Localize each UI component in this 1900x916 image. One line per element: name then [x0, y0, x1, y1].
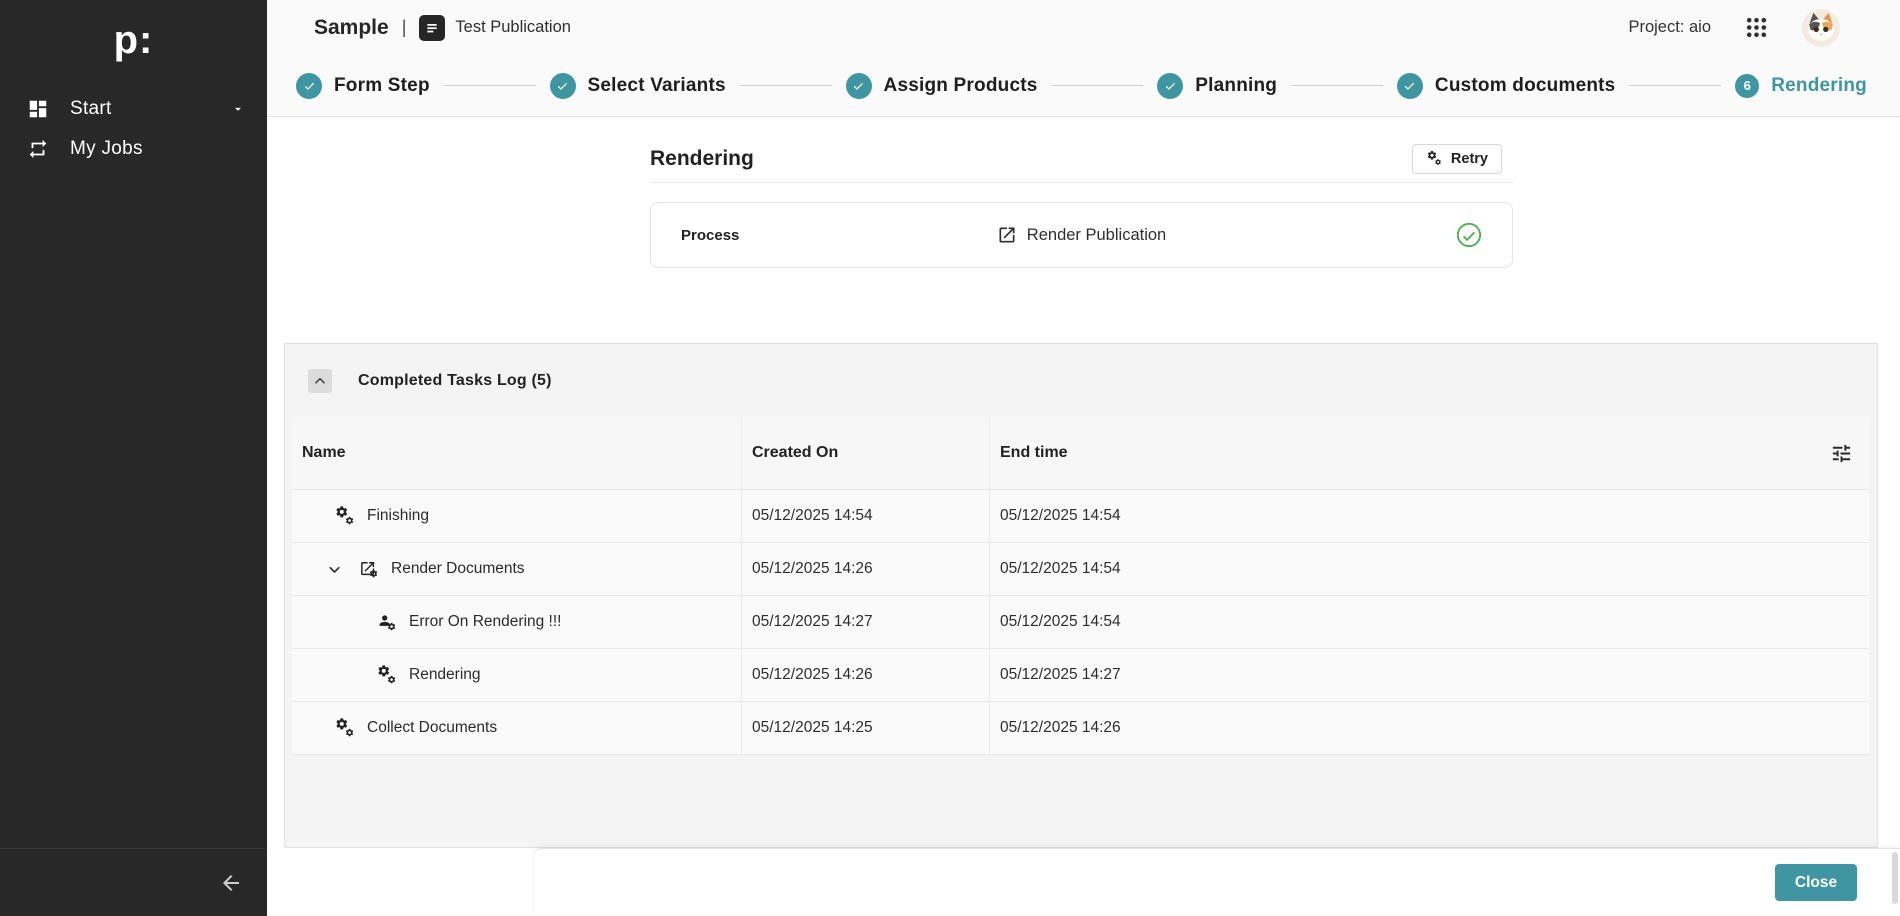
- publication-name: Test Publication: [455, 18, 571, 37]
- step-check-icon: [296, 73, 322, 99]
- dashboard-icon: [27, 98, 49, 120]
- task-end: 05/12/2025 14:26: [1000, 719, 1121, 737]
- page-title: Sample: [314, 16, 389, 40]
- step-label: Assign Products: [884, 75, 1038, 97]
- step-check-icon: [550, 73, 576, 99]
- completed-tasks-panel: Completed Tasks Log (5) Name Created On …: [284, 343, 1878, 848]
- bottom-action-bar: Close: [534, 848, 1900, 916]
- chevron-down-icon: [231, 102, 245, 116]
- gears-icon: [334, 717, 356, 739]
- workflow-stepper: Form Step Select Variants Assign Product…: [267, 55, 1900, 117]
- title-separator: |: [402, 17, 407, 38]
- step-connector: [740, 85, 832, 86]
- section-title: Rendering: [650, 147, 754, 171]
- avatar[interactable]: [1802, 9, 1840, 47]
- task-end: 05/12/2025 14:27: [1000, 666, 1121, 684]
- user-gear-icon: [376, 611, 398, 633]
- repeat-icon: [27, 138, 49, 160]
- task-name: Error On Rendering !!!: [409, 613, 561, 631]
- gears-icon: [1426, 150, 1443, 167]
- main-area: Sample | Test Publication Project: aio: [267, 0, 1900, 916]
- gears-icon: [334, 505, 356, 527]
- render-publication-label: Render Publication: [1027, 226, 1166, 245]
- task-created: 05/12/2025 14:54: [752, 507, 873, 525]
- step-form-step[interactable]: Form Step: [296, 73, 430, 99]
- step-check-icon: [1157, 73, 1183, 99]
- table-row[interactable]: Finishing 05/12/2025 14:54 05/12/2025 14…: [292, 490, 1869, 543]
- step-select-variants[interactable]: Select Variants: [550, 73, 726, 99]
- table-row[interactable]: Collect Documents 05/12/2025 14:25 05/12…: [292, 702, 1869, 755]
- task-name: Rendering: [409, 666, 481, 684]
- document-icon: [419, 15, 445, 41]
- step-connector: [1629, 85, 1721, 86]
- collapse-panel-button[interactable]: [308, 369, 332, 393]
- task-name: Finishing: [367, 507, 429, 525]
- task-created: 05/12/2025 14:25: [752, 719, 873, 737]
- task-created: 05/12/2025 14:27: [752, 613, 873, 631]
- topbar: Sample | Test Publication Project: aio: [267, 0, 1900, 55]
- column-header-created: Created On: [752, 444, 838, 462]
- retry-button-label: Retry: [1451, 151, 1488, 167]
- task-end: 05/12/2025 14:54: [1000, 613, 1121, 631]
- table-row[interactable]: Render Documents 05/12/2025 14:26 05/12/…: [292, 543, 1869, 596]
- column-header-end: End time: [1000, 444, 1068, 462]
- sidebar-item-label: Start: [70, 98, 112, 120]
- sidebar-item-my-jobs[interactable]: My Jobs: [0, 129, 267, 169]
- step-label: Form Step: [334, 75, 430, 97]
- render-gear-icon: [358, 558, 380, 580]
- step-custom-documents[interactable]: Custom documents: [1397, 73, 1616, 99]
- apps-grid-icon[interactable]: [1744, 15, 1769, 40]
- step-label: Planning: [1195, 75, 1277, 97]
- step-number-badge: 6: [1735, 74, 1759, 98]
- project-label: Project: aio: [1628, 18, 1711, 37]
- task-end: 05/12/2025 14:54: [1000, 560, 1121, 578]
- sidebar-item-label: My Jobs: [70, 138, 143, 160]
- task-end: 05/12/2025 14:54: [1000, 507, 1121, 525]
- panel-title: Completed Tasks Log (5): [358, 372, 552, 390]
- render-publication-link[interactable]: Render Publication: [997, 225, 1166, 245]
- close-button[interactable]: Close: [1775, 864, 1857, 901]
- tune-filter-icon[interactable]: [1830, 442, 1853, 465]
- step-check-icon: [846, 73, 872, 99]
- task-name: Render Documents: [391, 560, 525, 578]
- column-header-name: Name: [302, 444, 346, 462]
- step-label: Select Variants: [588, 75, 726, 97]
- app-logo: p:: [0, 18, 267, 63]
- retry-button[interactable]: Retry: [1412, 144, 1502, 174]
- task-created: 05/12/2025 14:26: [752, 560, 873, 578]
- open-in-new-icon: [997, 225, 1017, 245]
- step-label: Rendering: [1771, 75, 1867, 97]
- tasks-table: Name Created On End time Finishing 05/12…: [292, 417, 1869, 755]
- success-check-icon: [1456, 222, 1482, 248]
- chevron-down-icon[interactable]: [326, 561, 343, 578]
- sidebar: p: Start My Jobs: [0, 0, 267, 916]
- content-area: Rendering Retry Process Render Publicati…: [267, 117, 1900, 848]
- cat-avatar-image: [1802, 9, 1840, 47]
- step-planning[interactable]: Planning: [1157, 73, 1277, 99]
- step-label: Custom documents: [1435, 75, 1616, 97]
- step-check-icon: [1397, 73, 1423, 99]
- step-connector: [444, 85, 536, 86]
- step-rendering[interactable]: 6 Rendering: [1735, 74, 1867, 98]
- step-assign-products[interactable]: Assign Products: [846, 73, 1038, 99]
- sidebar-item-start[interactable]: Start: [0, 89, 267, 129]
- table-row[interactable]: Error On Rendering !!! 05/12/2025 14:27 …: [292, 596, 1869, 649]
- sidebar-footer: [0, 848, 267, 916]
- step-connector: [1291, 85, 1383, 86]
- process-card: Process Render Publication: [650, 202, 1513, 268]
- scrollbar-thumb[interactable]: [1892, 852, 1898, 904]
- task-created: 05/12/2025 14:26: [752, 666, 873, 684]
- collapse-sidebar-arrow-icon[interactable]: [219, 871, 243, 895]
- step-connector: [1052, 85, 1144, 86]
- process-label: Process: [681, 227, 997, 244]
- table-header: Name Created On End time: [292, 417, 1869, 490]
- chevron-up-icon: [312, 373, 328, 389]
- task-name: Collect Documents: [367, 719, 497, 737]
- table-row[interactable]: Rendering 05/12/2025 14:26 05/12/2025 14…: [292, 649, 1869, 702]
- gears-icon: [376, 664, 398, 686]
